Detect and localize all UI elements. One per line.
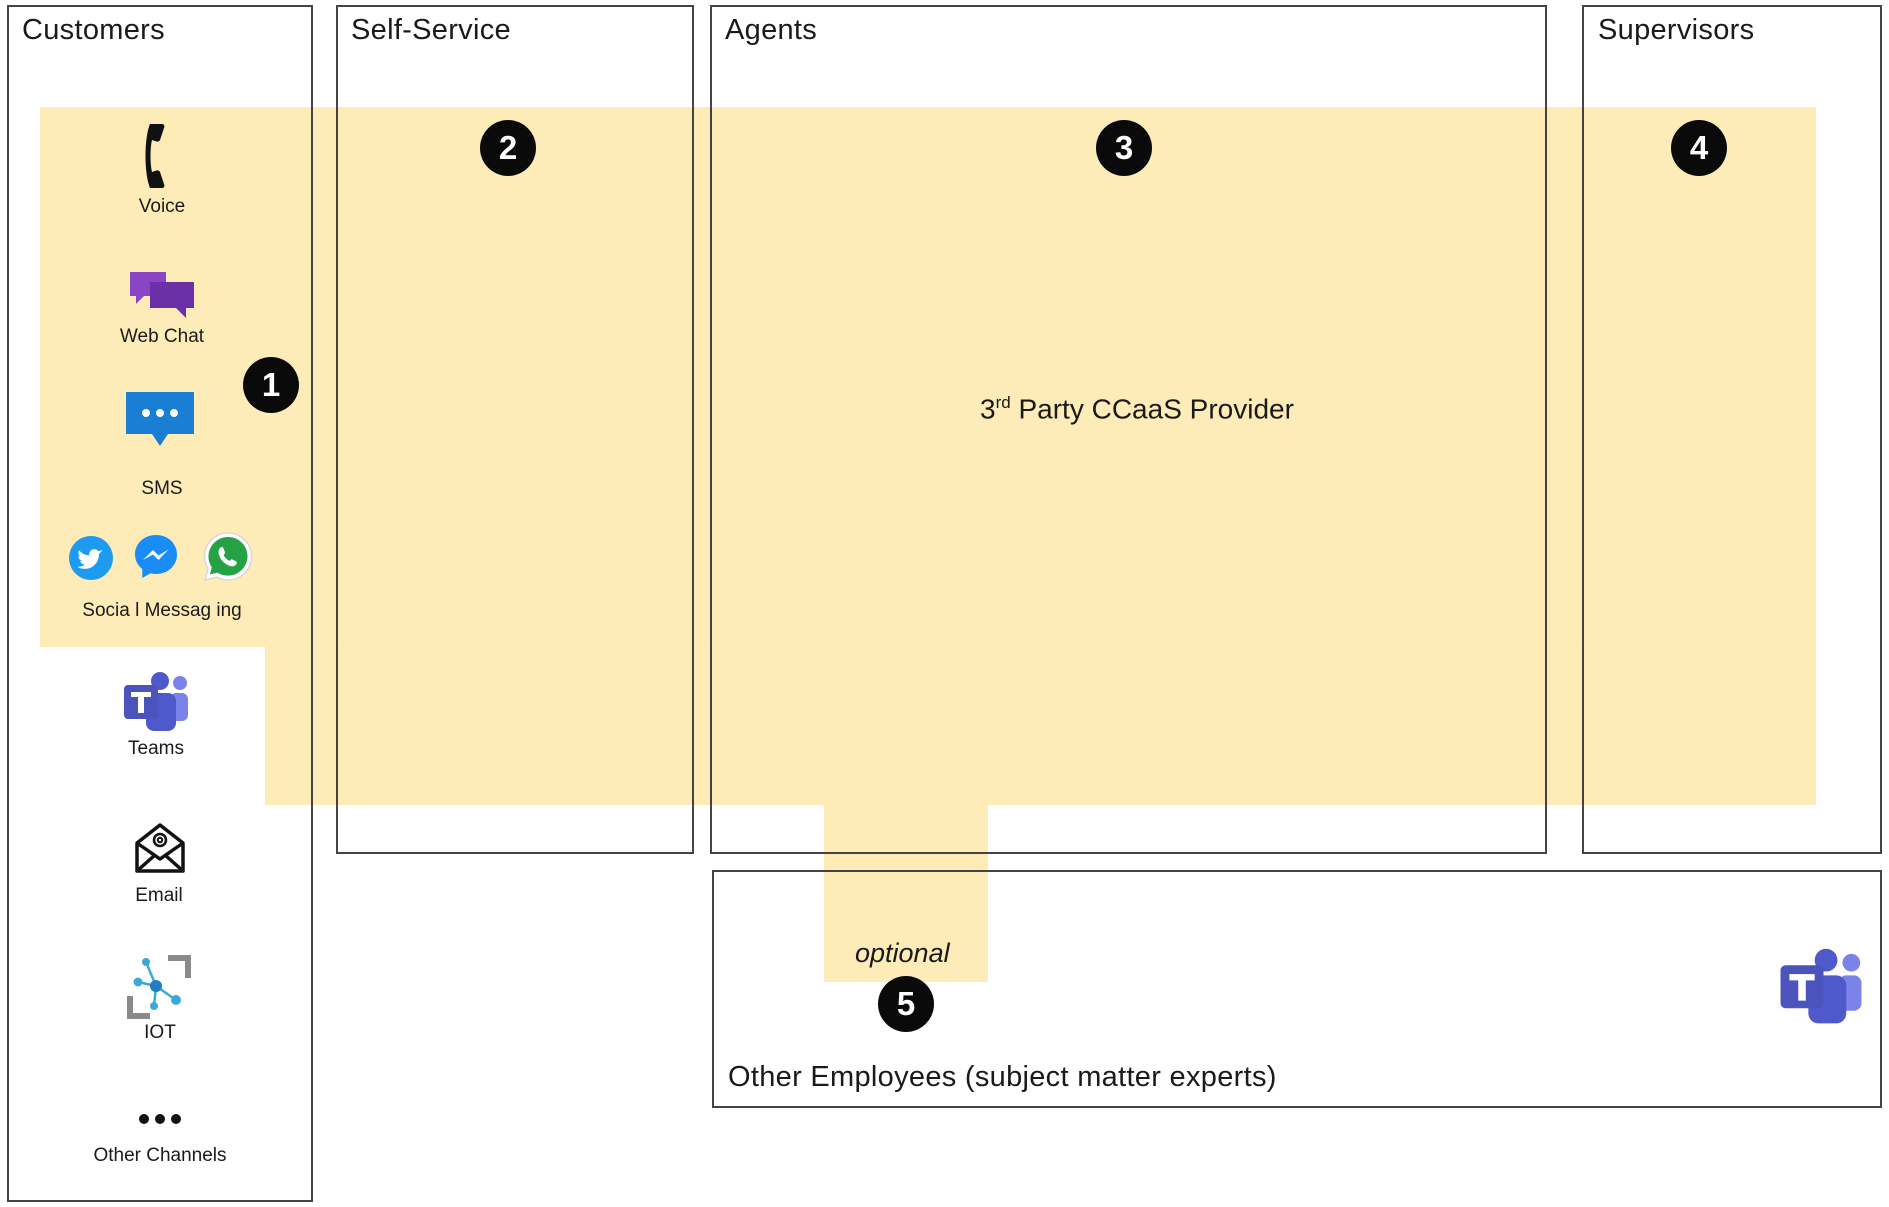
sms-icon: [124, 390, 196, 455]
supervisors-box: [1582, 5, 1882, 854]
messenger-icon: [133, 533, 179, 586]
sms-label: SMS: [141, 478, 183, 499]
step-badge-4: 4: [1671, 120, 1727, 176]
self-service-title: Self-Service: [351, 14, 511, 46]
teams-icon: [1778, 946, 1864, 1035]
iot-icon: [126, 954, 192, 1025]
web-chat-icon: [128, 270, 196, 325]
whatsapp-icon: [201, 530, 255, 589]
agents-title: Agents: [725, 14, 818, 46]
step-badge-2: 2: [480, 120, 536, 176]
ellipsis-icon: [138, 1112, 182, 1131]
customers-title: Customers: [22, 14, 165, 46]
email-icon: [134, 821, 186, 880]
teams-icon: [122, 671, 190, 740]
step-badge-3: 3: [1096, 120, 1152, 176]
step-badge-5: 5: [878, 976, 934, 1032]
web-chat-label: Web Chat: [119, 326, 205, 347]
social-messaging-label: Socia l Messag ing: [82, 600, 242, 621]
phone-icon: [142, 120, 182, 197]
ccaas-rest: Party CCaaS Provider: [1010, 393, 1294, 425]
ccaas-provider-label: 3rd Party CCaaS Provider: [980, 393, 1294, 425]
other-channels-label: Other Channels: [93, 1145, 227, 1166]
teams-label: Teams: [128, 738, 184, 759]
twitter-icon: [68, 535, 114, 586]
optional-label: optional: [855, 938, 950, 968]
supervisors-title: Supervisors: [1598, 14, 1755, 46]
ccaas-superscript: rd: [995, 393, 1011, 412]
other-employees-title: Other Employees (subject matter experts): [728, 1061, 1277, 1093]
voice-label: Voice: [138, 196, 186, 217]
email-label: Email: [135, 885, 183, 906]
iot-label: IOT: [144, 1022, 176, 1043]
step-badge-1: 1: [243, 357, 299, 413]
ccaas-ordinal: 3: [980, 393, 996, 425]
